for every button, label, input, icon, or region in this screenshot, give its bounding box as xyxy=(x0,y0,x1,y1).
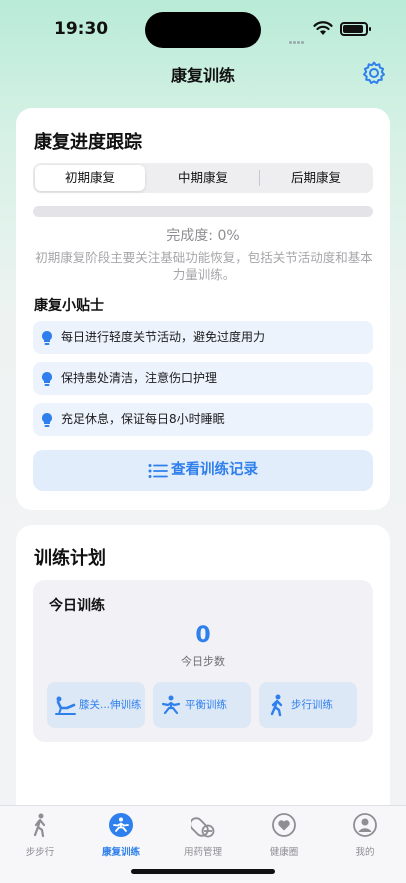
walking-icon xyxy=(270,694,283,717)
segment-divider xyxy=(259,170,260,186)
tab-medication[interactable]: 用药管理 xyxy=(168,812,238,858)
page-title: 康复训练 xyxy=(170,66,235,85)
dynamic-island xyxy=(145,12,261,48)
gear-icon[interactable] xyxy=(361,60,387,86)
tab-profile[interactable]: 我的 xyxy=(330,812,400,858)
signal-icon xyxy=(289,29,307,44)
wifi-icon xyxy=(313,21,333,35)
walking-training-label: 步行训练 xyxy=(291,699,333,711)
lightbulb-icon xyxy=(42,372,52,386)
status-bar: 19:30 xyxy=(0,0,406,60)
tab-label: 康复训练 xyxy=(101,847,140,858)
lightbulb-icon xyxy=(42,331,52,345)
tab-label: 步步行 xyxy=(25,847,55,858)
progress-bar xyxy=(33,206,373,217)
balance-icon xyxy=(161,695,181,715)
segment-early[interactable]: 初期康复 xyxy=(35,165,145,191)
stage-description: 初期康复阶段主要关注基础功能恢复，包括关节活动度和基本力量训练。 xyxy=(35,250,373,282)
progress-text: 完成度: 0% xyxy=(166,228,240,244)
today-training-panel: 今日训练 0 今日步数 膝关...伸训练 平衡训练 步行训练 xyxy=(33,580,373,742)
tip-text: 保持患处清洁，注意伤口护理 xyxy=(61,371,218,385)
tips-title: 康复小贴士 xyxy=(34,298,104,314)
knee-training-label: 膝关...伸训练 xyxy=(79,699,142,711)
progress-card-title: 康复进度跟踪 xyxy=(34,132,142,153)
battery-icon xyxy=(340,22,371,36)
tip-text: 每日进行轻度关节活动，避免过度用力 xyxy=(61,330,266,344)
tab-rehab[interactable]: 康复训练 xyxy=(86,812,156,858)
progress-card: 康复进度跟踪 初期康复 中期康复 后期康复 完成度: 0% 初期康复阶段主要关注… xyxy=(16,108,390,510)
segment-late[interactable]: 后期康复 xyxy=(261,165,371,191)
tip-item: 每日进行轻度关节活动，避免过度用力 xyxy=(33,321,373,354)
view-records-button[interactable]: 查看训练记录 xyxy=(33,450,373,491)
tab-health-circle[interactable]: 健康圈 xyxy=(249,812,319,858)
status-time: 19:30 xyxy=(54,19,109,39)
home-indicator xyxy=(131,869,275,874)
tip-item: 保持患处清洁，注意伤口护理 xyxy=(33,362,373,395)
segment-middle[interactable]: 中期康复 xyxy=(148,165,258,191)
rehab-icon xyxy=(109,813,133,837)
tab-walking[interactable]: 步步行 xyxy=(5,812,75,858)
plan-card: 训练计划 今日训练 0 今日步数 膝关...伸训练 平衡训练 步行训练 xyxy=(16,525,390,825)
walking-icon xyxy=(33,813,46,838)
tip-item: 充足休息，保证每日8小时睡眠 xyxy=(33,403,373,436)
today-steps-value: 0 xyxy=(195,623,211,648)
view-records-label: 查看训练记录 xyxy=(171,462,258,478)
today-steps-label: 今日步数 xyxy=(181,655,225,668)
tab-label: 我的 xyxy=(355,847,375,858)
balance-training-button[interactable]: 平衡训练 xyxy=(153,682,251,728)
tab-label: 健康圈 xyxy=(269,847,299,858)
tab-label: 用药管理 xyxy=(183,847,222,858)
balance-training-label: 平衡训练 xyxy=(185,699,227,711)
knee-training-button[interactable]: 膝关...伸训练 xyxy=(47,682,145,728)
knee-stretch-icon xyxy=(55,696,76,715)
today-training-title: 今日训练 xyxy=(49,598,105,614)
list-icon xyxy=(148,464,168,478)
stage-segmented-control: 初期康复 中期康复 后期康复 xyxy=(33,163,373,193)
person-icon xyxy=(353,813,377,837)
pill-icon xyxy=(191,817,215,838)
walking-training-button[interactable]: 步行训练 xyxy=(259,682,357,728)
lightbulb-icon xyxy=(42,413,52,427)
tip-text: 充足休息，保证每日8小时睡眠 xyxy=(61,412,225,426)
heart-icon xyxy=(272,813,296,837)
plan-card-title: 训练计划 xyxy=(34,548,106,569)
